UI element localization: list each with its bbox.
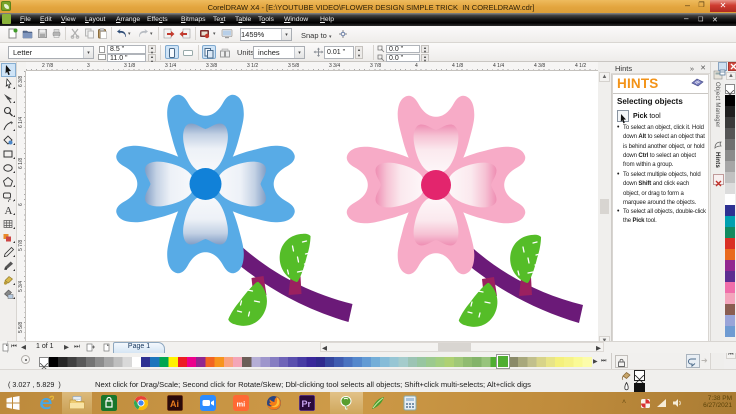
svg-text:Ai: Ai	[170, 399, 179, 409]
svg-text:Pr: Pr	[302, 399, 312, 409]
svg-text:A: A	[5, 205, 13, 216]
svg-text:mi: mi	[237, 400, 246, 409]
